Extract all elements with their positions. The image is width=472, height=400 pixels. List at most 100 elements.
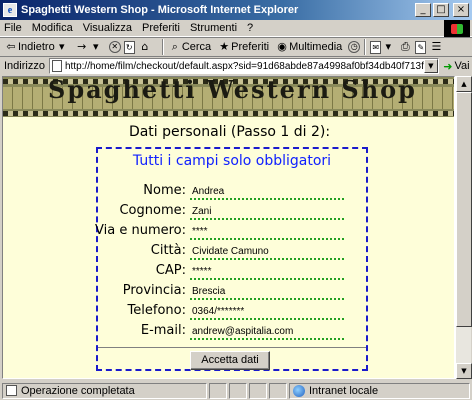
field-label: Cognome: bbox=[119, 203, 186, 218]
status-message: Operazione completata bbox=[21, 384, 135, 397]
edit-icon[interactable]: ✎ bbox=[415, 40, 427, 54]
back-button[interactable]: ⇦ Indietro ▾ bbox=[4, 40, 69, 54]
stop-icon[interactable]: ✕ bbox=[108, 41, 121, 53]
film-holes-bottom bbox=[3, 111, 454, 116]
close-button[interactable]: × bbox=[453, 3, 469, 17]
favorites-button[interactable]: ★ Preferiti bbox=[217, 40, 269, 54]
ie-app-icon[interactable]: e bbox=[3, 3, 17, 17]
form-title: Tutti i campi solo obbligatori bbox=[132, 153, 332, 169]
tool-icons: ◷ ✉ ▾ ⎙ ✎ ☰ bbox=[348, 39, 443, 55]
page-viewport: Spaghetti Western Shop Dati personali (P… bbox=[2, 76, 455, 379]
cap-field[interactable]: ***** bbox=[190, 265, 344, 280]
search-label: Cerca bbox=[181, 41, 212, 53]
form-row-email: E-mail: andrew@aspitalia.com bbox=[98, 323, 366, 343]
accept-data-button[interactable]: Accetta dati bbox=[190, 351, 270, 370]
address-bar: Indirizzo http://home/film/checkout/defa… bbox=[0, 57, 472, 75]
search-button[interactable]: ⌕ Cerca bbox=[168, 40, 211, 54]
go-arrow-icon: ➜ bbox=[443, 59, 453, 73]
field-label: Città: bbox=[150, 243, 186, 258]
cognome-field[interactable]: Zani bbox=[190, 205, 344, 220]
discuss-icon[interactable]: ☰ bbox=[429, 40, 443, 54]
scroll-down-button[interactable]: ▼ bbox=[456, 363, 472, 379]
back-arrow-icon: ⇦ bbox=[6, 40, 16, 53]
status-panel-empty bbox=[229, 382, 247, 399]
page-done-icon bbox=[6, 385, 17, 396]
toolbar-separator bbox=[364, 39, 367, 55]
citta-field[interactable]: Cividate Camuno bbox=[190, 245, 344, 260]
field-label: E-mail: bbox=[140, 323, 186, 338]
maximize-button[interactable]: □ bbox=[433, 3, 449, 17]
status-bar: Operazione completata Intranet locale bbox=[0, 381, 472, 400]
menu-modifica[interactable]: Modifica bbox=[32, 22, 73, 34]
via-field[interactable]: **** bbox=[190, 225, 344, 240]
field-label: Provincia: bbox=[122, 283, 186, 298]
email-field[interactable]: andrew@aspitalia.com bbox=[190, 325, 344, 340]
provincia-field[interactable]: Brescia bbox=[190, 285, 344, 300]
print-icon[interactable]: ⎙ bbox=[398, 40, 412, 54]
media-label: Multimedia bbox=[289, 41, 343, 53]
history-icon[interactable]: ◷ bbox=[348, 41, 361, 53]
status-panel-empty bbox=[269, 382, 287, 399]
forward-arrow-icon: → bbox=[77, 40, 87, 53]
media-button[interactable]: ◉ Multimedia bbox=[275, 40, 342, 54]
status-message-panel: Operazione completata bbox=[2, 382, 207, 399]
personal-data-form: Tutti i campi solo obbligatori Nome: And… bbox=[95, 147, 368, 371]
field-label: Nome: bbox=[143, 183, 186, 198]
address-input[interactable]: http://home/film/checkout/default.aspx?s… bbox=[48, 58, 439, 74]
menu-file[interactable]: File bbox=[4, 22, 22, 34]
go-label: Vai bbox=[454, 60, 470, 72]
chevron-down-icon[interactable]: ▾ bbox=[89, 40, 103, 54]
search-icon: ⌕ bbox=[171, 40, 178, 53]
field-label: CAP: bbox=[155, 263, 186, 278]
form-divider bbox=[98, 347, 366, 348]
favorites-label: Preferiti bbox=[231, 41, 270, 53]
site-logo-text: Spaghetti Western Shop bbox=[48, 77, 417, 104]
form-row-provincia: Provincia: Brescia bbox=[98, 283, 366, 303]
toolbar-separator bbox=[161, 39, 164, 55]
address-url[interactable]: http://home/film/checkout/default.aspx?s… bbox=[65, 61, 424, 72]
site-banner: Spaghetti Western Shop bbox=[3, 77, 454, 117]
home-icon[interactable]: ⌂ bbox=[138, 40, 152, 54]
title-bar[interactable]: e Spaghetti Western Shop - Microsoft Int… bbox=[0, 0, 472, 20]
security-zone-panel: Intranet locale bbox=[289, 382, 470, 399]
menu-help[interactable]: ? bbox=[247, 22, 253, 34]
back-label: Indietro bbox=[18, 41, 55, 53]
form-row-cognome: Cognome: Zani bbox=[98, 203, 366, 223]
menu-bar: File Modifica Visualizza Preferiti Strum… bbox=[0, 20, 472, 37]
scroll-thumb[interactable] bbox=[456, 92, 472, 327]
intranet-zone-icon bbox=[293, 384, 305, 397]
chevron-down-icon[interactable]: ▾ bbox=[55, 40, 69, 54]
form-row-cap: CAP: ***** bbox=[98, 263, 366, 283]
status-panel-empty bbox=[249, 382, 267, 399]
menu-preferiti[interactable]: Preferiti bbox=[142, 22, 180, 34]
field-label: Via e numero: bbox=[95, 223, 186, 238]
vertical-scrollbar[interactable]: ▲ ▼ bbox=[455, 76, 472, 379]
address-dropdown-button[interactable]: ▼ bbox=[423, 59, 438, 73]
menu-strumenti[interactable]: Strumenti bbox=[190, 22, 237, 34]
toolbar: ⇦ Indietro ▾ → ▾ ✕ ↻ ⌂ ⌕ Cerca ★ Preferi… bbox=[0, 37, 472, 57]
form-row-telefono: Telefono: 0364/******* bbox=[98, 303, 366, 323]
windows-logo-icon bbox=[444, 20, 470, 37]
refresh-icon[interactable]: ↻ bbox=[123, 40, 135, 54]
nav-icons: ✕ ↻ ⌂ bbox=[108, 40, 152, 54]
telefono-field[interactable]: 0364/******* bbox=[190, 305, 344, 320]
favorites-icon: ★ bbox=[219, 40, 230, 53]
chevron-down-icon[interactable]: ▾ bbox=[381, 40, 395, 54]
window-title: Spaghetti Western Shop - Microsoft Inter… bbox=[21, 4, 299, 16]
minimize-button[interactable]: _ bbox=[415, 3, 431, 17]
forward-button[interactable]: → ▾ bbox=[75, 40, 103, 54]
nome-field[interactable]: Andrea bbox=[190, 185, 344, 200]
address-label: Indirizzo bbox=[4, 60, 45, 72]
security-zone: Intranet locale bbox=[309, 384, 379, 397]
scroll-up-button[interactable]: ▲ bbox=[456, 76, 472, 92]
status-panel-empty bbox=[209, 382, 227, 399]
field-label: Telefono: bbox=[127, 303, 186, 318]
form-row-via: Via e numero: **** bbox=[95, 223, 366, 243]
media-icon: ◉ bbox=[277, 40, 287, 53]
go-button[interactable]: ➜ Vai bbox=[441, 60, 472, 73]
page-heading: Dati personali (Passo 1 di 2): bbox=[128, 124, 331, 140]
menu-visualizza[interactable]: Visualizza bbox=[83, 22, 132, 34]
page-icon bbox=[51, 60, 62, 72]
form-row-nome: Nome: Andrea bbox=[98, 183, 366, 203]
mail-icon[interactable]: ✉ bbox=[370, 40, 382, 54]
